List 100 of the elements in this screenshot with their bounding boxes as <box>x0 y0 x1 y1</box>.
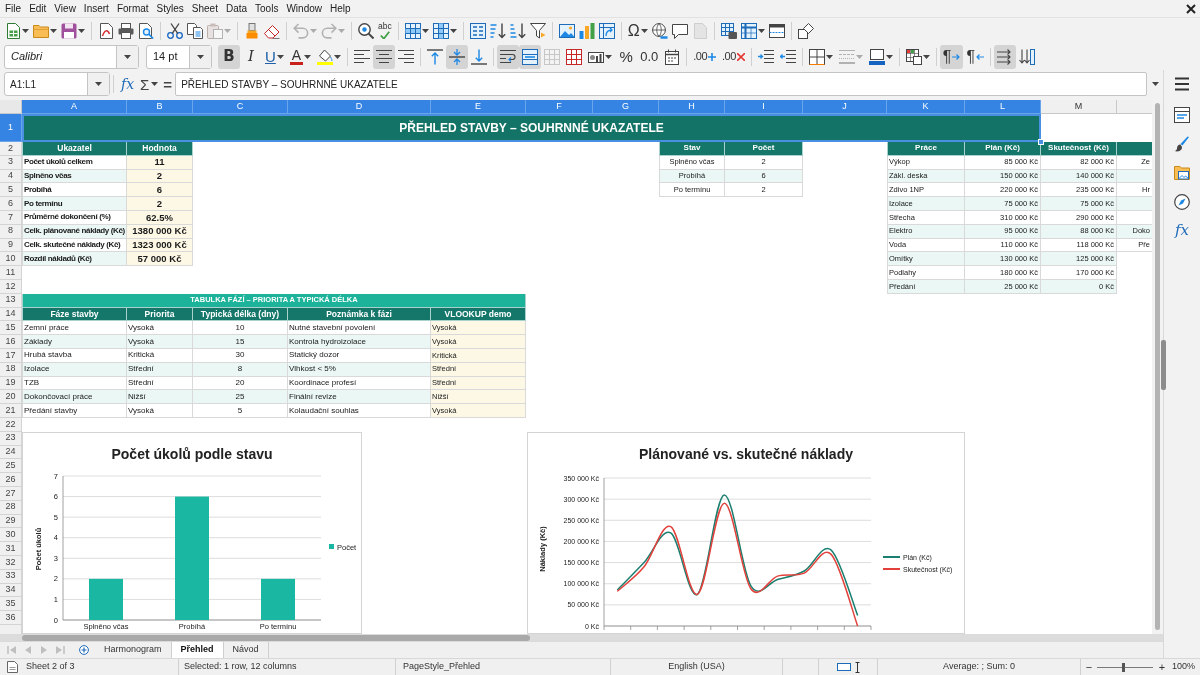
border-color-icon <box>868 48 885 65</box>
menu-item[interactable]: Data <box>221 3 252 14</box>
spelling-button[interactable]: abc <box>376 18 394 43</box>
caret-icon <box>310 28 317 33</box>
italic-button[interactable]: I <box>240 44 262 69</box>
menu-item[interactable]: Insert <box>79 3 113 14</box>
row-header[interactable]: 5 <box>0 183 22 198</box>
table-columns-icon <box>432 22 449 39</box>
sidebar-grip[interactable] <box>1161 340 1166 390</box>
menu-item[interactable]: Tools <box>251 3 283 14</box>
bold-button[interactable]: B <box>218 44 240 69</box>
percent-button[interactable]: % <box>615 44 638 69</box>
align-middle-button[interactable] <box>446 44 469 69</box>
column-header[interactable]: M <box>1041 100 1117 114</box>
zoom-thumb[interactable] <box>1121 662 1125 672</box>
row-header[interactable]: 26 <box>0 473 22 487</box>
bar <box>261 578 295 620</box>
formula-input-field[interactable]: PŘEHLED STAVBY – SOUHRNNÉ UKAZATELE <box>175 72 1147 96</box>
column-header[interactable]: L <box>965 100 1041 114</box>
row-header[interactable]: 1 <box>0 114 22 142</box>
row-header[interactable]: 20 <box>0 390 22 405</box>
scroll-thumb[interactable] <box>1155 103 1160 630</box>
font-name-field[interactable]: Calibri <box>4 44 139 69</box>
number-button[interactable]: 0.0 <box>637 44 662 69</box>
merge-center-button[interactable] <box>519 44 542 69</box>
table-cell: Kontrola hydroizolace <box>288 335 431 349</box>
paint-bucket-icon <box>317 48 334 65</box>
row-header[interactable]: 6 <box>0 197 22 211</box>
table-cell: 57 000 Kč <box>127 252 193 267</box>
add-sheet-button[interactable] <box>78 643 90 657</box>
font-color-button[interactable]: A <box>286 44 315 69</box>
row-header[interactable]: 36 <box>0 611 22 625</box>
column-header[interactable]: B <box>127 100 193 114</box>
table-cell: Vysoká <box>127 404 193 418</box>
plus-icon <box>708 52 717 61</box>
zoom-out-button[interactable]: − <box>1084 661 1094 673</box>
column-header[interactable]: A <box>22 100 127 114</box>
menu-item[interactable]: File <box>1 3 26 14</box>
underline-button[interactable]: U <box>262 44 287 69</box>
menu-item[interactable]: View <box>50 3 80 14</box>
menu-item[interactable]: Styles <box>152 3 188 14</box>
text-direction-button[interactable] <box>994 44 1017 69</box>
table-cell: 25 <box>193 390 288 405</box>
sum-button[interactable]: Σ <box>138 72 161 96</box>
column-header[interactable]: F <box>526 100 593 114</box>
merge-center-icon <box>522 48 539 65</box>
chart-title: Plánované vs. skutečné náklady <box>639 446 853 462</box>
column-header[interactable]: C <box>193 100 288 114</box>
row-header[interactable]: 35 <box>0 597 22 612</box>
caret-icon <box>855 54 863 59</box>
sheet-tab[interactable]: Přehled <box>171 642 224 658</box>
row-header[interactable]: 10 <box>0 252 22 267</box>
folder-icon <box>33 22 49 39</box>
menu-item[interactable]: Help <box>326 3 355 14</box>
row-header[interactable]: 31 <box>0 542 22 556</box>
column-header[interactable]: K <box>887 100 965 114</box>
menu-item[interactable]: Sheet <box>187 3 222 14</box>
row-header[interactable]: 25 <box>0 459 22 474</box>
text-cursor-icon <box>854 661 860 673</box>
calendar-icon <box>664 48 681 65</box>
name-box[interactable]: A1:L1 <box>4 72 110 96</box>
row-header[interactable]: 16 <box>0 335 22 349</box>
column-header[interactable]: H <box>659 100 725 114</box>
left-to-right-button[interactable]: ¶ <box>939 44 964 69</box>
menu-item[interactable]: Window <box>282 3 326 14</box>
delete-decimal-button[interactable]: .00 <box>719 44 748 69</box>
row-header[interactable]: 30 <box>0 528 22 543</box>
table-cell: 6 <box>127 183 193 198</box>
column-header[interactable]: D <box>288 100 431 114</box>
clipboard-icon <box>207 22 223 39</box>
column-header[interactable]: J <box>803 100 887 114</box>
scroll-thumb[interactable] <box>22 634 530 641</box>
zoom-in-button[interactable]: + <box>1157 661 1167 673</box>
menu-item[interactable]: Edit <box>25 3 51 14</box>
close-icon <box>1186 3 1196 14</box>
menu-item[interactable]: Format <box>112 3 153 14</box>
preview-icon <box>138 22 154 39</box>
column-header[interactable]: G <box>593 100 659 114</box>
special-character-button[interactable]: Ω <box>625 18 650 43</box>
right-to-left-button[interactable]: ¶ <box>963 44 988 69</box>
fill-handle[interactable] <box>1038 139 1044 145</box>
align-center-button[interactable] <box>373 44 396 69</box>
formula-button[interactable]: = <box>160 72 176 96</box>
sum-summary: Average: ; Sum: 0 <box>943 660 1015 674</box>
row-header[interactable]: 15 <box>0 321 22 336</box>
row-header[interactable]: 11 <box>0 266 22 280</box>
column-header[interactable]: E <box>431 100 526 114</box>
funnel-icon <box>529 22 546 39</box>
add-decimal-button[interactable]: .00 <box>690 44 720 69</box>
row-header[interactable]: 21 <box>0 404 22 418</box>
printer-icon <box>118 22 134 39</box>
column-header[interactable]: I <box>725 100 803 114</box>
functions-button[interactable]: fx <box>1168 216 1196 245</box>
row-header[interactable]: 2 <box>0 142 22 156</box>
table-cell: Dokončovací práce <box>22 390 127 405</box>
wrap-text-button[interactable] <box>497 44 520 69</box>
close-document-button[interactable] <box>1186 3 1196 14</box>
font-size-field[interactable]: 14 pt <box>146 44 212 69</box>
function-wizard-button[interactable]: fx <box>117 72 139 96</box>
horizontal-scrollbar[interactable] <box>0 634 1163 641</box>
